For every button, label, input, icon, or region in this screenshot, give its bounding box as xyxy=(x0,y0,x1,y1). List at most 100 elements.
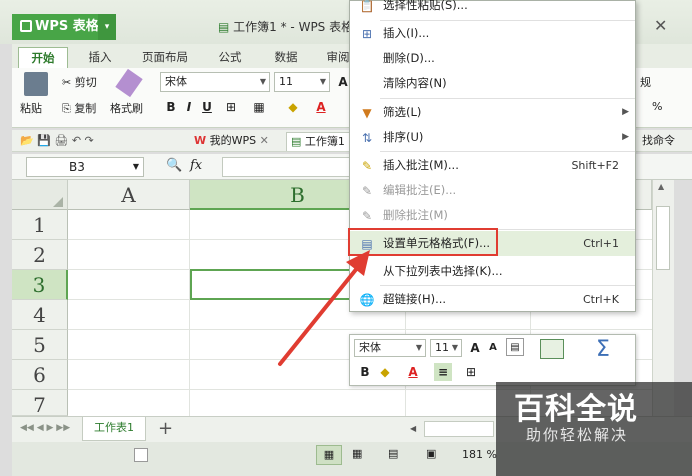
tab-home[interactable]: 开始 xyxy=(18,47,68,68)
menu-item-filter[interactable]: ▼ 筛选(L) ▶ xyxy=(350,100,635,125)
menu-item-label: 排序(U) xyxy=(383,130,424,144)
mini-font-select[interactable]: 宋体 ▼ xyxy=(354,339,426,357)
mini-size-select[interactable]: 11 ▼ xyxy=(430,339,462,357)
column-header-a[interactable]: A xyxy=(68,180,190,210)
workbook-tab[interactable]: ▤ 工作簿1 xyxy=(286,132,350,151)
menu-item-label: 超链接(H)... xyxy=(383,292,447,306)
paste-icon[interactable] xyxy=(24,72,48,96)
italic-button[interactable]: I xyxy=(180,98,198,116)
mini-center-align-icon[interactable]: ≡ xyxy=(434,363,452,381)
font-size-select[interactable]: 11 ▼ xyxy=(274,72,330,92)
document-title: ▤ 工作簿1 * - WPS 表格 xyxy=(218,18,353,35)
cell-style-icon[interactable]: ▦ xyxy=(250,98,268,116)
menu-item-label: 插入(I)... xyxy=(383,26,430,40)
name-box[interactable]: B3 ▼ xyxy=(26,157,144,177)
number-format-label: 规 xyxy=(640,76,651,89)
menu-item-insert-comment[interactable]: ✎ 插入批注(M)... Shift+F2 xyxy=(350,153,635,178)
tab-formula[interactable]: 公式 xyxy=(208,47,252,68)
mini-border-icon[interactable]: ⊞ xyxy=(462,363,480,381)
close-icon[interactable]: ✕ xyxy=(654,16,667,35)
mini-bold-button[interactable]: B xyxy=(356,363,374,381)
cut-button[interactable]: ✂ 剪切 xyxy=(62,74,97,90)
format-icon[interactable]: ▤ xyxy=(506,338,524,356)
vertical-scrollbar[interactable]: ▲ xyxy=(652,180,674,416)
scroll-up-icon[interactable]: ▲ xyxy=(658,182,664,191)
merge-cells-icon[interactable] xyxy=(540,339,564,359)
brush-icon xyxy=(115,68,143,98)
tab-insert[interactable]: 插入 xyxy=(78,47,122,68)
wps-logo-icon xyxy=(20,20,32,32)
copy-label: 复制 xyxy=(74,102,97,115)
format-painter-button[interactable]: 格式刷 xyxy=(110,100,143,116)
close-icon[interactable]: ✕ xyxy=(260,134,269,147)
copy-icon: ⎘ xyxy=(62,102,71,115)
menu-item-label: 选择性粘贴(S)... xyxy=(383,0,468,12)
menu-item-label: 删除(D)... xyxy=(383,51,435,65)
bold-button[interactable]: B xyxy=(162,98,180,116)
formula-input[interactable] xyxy=(222,157,352,177)
quick-access-icons[interactable]: 📂 💾 🖨 ↶ ↷ xyxy=(16,132,98,151)
chevron-down-icon: ▼ xyxy=(319,77,326,86)
chevron-down-icon[interactable]: ▾ xyxy=(98,14,116,40)
my-wps-tab[interactable]: W 我的WPS ✕ xyxy=(190,132,273,151)
normal-view-icon[interactable]: ▦ xyxy=(316,445,342,465)
menu-item-pick-from-list[interactable]: 从下拉列表中选择(K)... xyxy=(350,259,635,284)
menu-item-delete[interactable]: 删除(D)... xyxy=(350,46,635,71)
page-break-view-icon[interactable]: ▤ xyxy=(388,447,398,460)
scroll-left-icon[interactable]: ◀ xyxy=(410,424,416,433)
sheet-tab-1[interactable]: 工作表1 xyxy=(82,417,146,441)
copy-button[interactable]: ⎘ 复制 xyxy=(62,100,96,116)
gridline xyxy=(189,210,190,416)
increase-font-icon[interactable]: A xyxy=(466,339,484,357)
underline-button[interactable]: U xyxy=(198,98,216,116)
fx-button[interactable]: fx xyxy=(190,158,202,173)
status-icon xyxy=(134,448,148,462)
percent-button[interactable]: % xyxy=(652,100,662,113)
row-header-2[interactable]: 2 xyxy=(12,240,68,270)
font-select[interactable]: 宋体 ▼ xyxy=(160,72,270,92)
paste-button[interactable]: 粘贴 xyxy=(20,100,42,116)
find-command[interactable]: 找命令 xyxy=(638,132,679,151)
decrease-font-icon[interactable]: A xyxy=(484,339,502,357)
row-header-1[interactable]: 1 xyxy=(12,210,68,240)
name-box-value: B3 xyxy=(69,160,85,174)
menu-item-label: 插入批注(M)... xyxy=(383,158,459,172)
mini-fill-color-icon[interactable]: ◆ xyxy=(376,363,394,381)
scrollbar-thumb[interactable] xyxy=(656,206,670,270)
row-header-4[interactable]: 4 xyxy=(12,300,68,330)
autosum-icon[interactable]: Σ xyxy=(596,337,610,362)
select-all-corner[interactable] xyxy=(12,180,68,210)
fill-color-icon[interactable]: ◆ xyxy=(284,98,302,116)
menu-separator xyxy=(380,285,635,286)
border-icon[interactable]: ⊞ xyxy=(222,98,240,116)
app-menu-button[interactable]: WPS 表格 ▾ xyxy=(12,14,116,40)
reading-mode-icon[interactable]: ▣ xyxy=(426,447,436,460)
menu-item-sort[interactable]: ⇅ 排序(U) ▶ xyxy=(350,125,635,150)
row-header-3[interactable]: 3 xyxy=(12,270,68,300)
mini-font-color-icon[interactable]: A xyxy=(404,363,422,381)
menu-shortcut: Ctrl+K xyxy=(582,293,619,306)
row-header-5[interactable]: 5 xyxy=(12,330,68,360)
zoom-level[interactable]: 181 % xyxy=(462,448,497,461)
row-header-7[interactable]: 7 xyxy=(12,390,68,417)
add-sheet-button[interactable]: + xyxy=(158,418,173,439)
tab-data[interactable]: 数据 xyxy=(264,47,308,68)
horizontal-scrollbar[interactable] xyxy=(424,421,494,437)
row-header-6[interactable]: 6 xyxy=(12,360,68,390)
menu-item-clear-contents[interactable]: 清除内容(N) xyxy=(350,71,635,96)
tab-page-layout[interactable]: 页面布局 xyxy=(132,47,198,68)
document-title-text: 工作簿1 * - WPS 表格 xyxy=(233,20,354,34)
page-layout-view-icon[interactable]: ▦ xyxy=(352,447,362,460)
sheet-nav-icons[interactable]: ◀◀ ◀ ▶ ▶▶ xyxy=(20,423,70,433)
menu-item-hyperlink[interactable]: 🌐 超链接(H)... Ctrl+K xyxy=(350,287,635,312)
menu-item-paste-special[interactable]: 📋 选择性粘贴(S)... xyxy=(350,0,635,18)
cut-label: 剪切 xyxy=(74,76,97,89)
menu-item-label: 从下拉列表中选择(K)... xyxy=(383,264,503,278)
menu-item-insert[interactable]: ⊞ 插入(I)... xyxy=(350,21,635,46)
edit-comment-icon: ✎ xyxy=(361,184,373,198)
scissors-icon: ✂ xyxy=(62,76,72,89)
zoom-icon[interactable]: 🔍 xyxy=(166,158,182,173)
font-color-icon[interactable]: A xyxy=(312,98,330,116)
menu-separator xyxy=(380,98,635,99)
menu-shortcut: Shift+F2 xyxy=(571,159,619,172)
